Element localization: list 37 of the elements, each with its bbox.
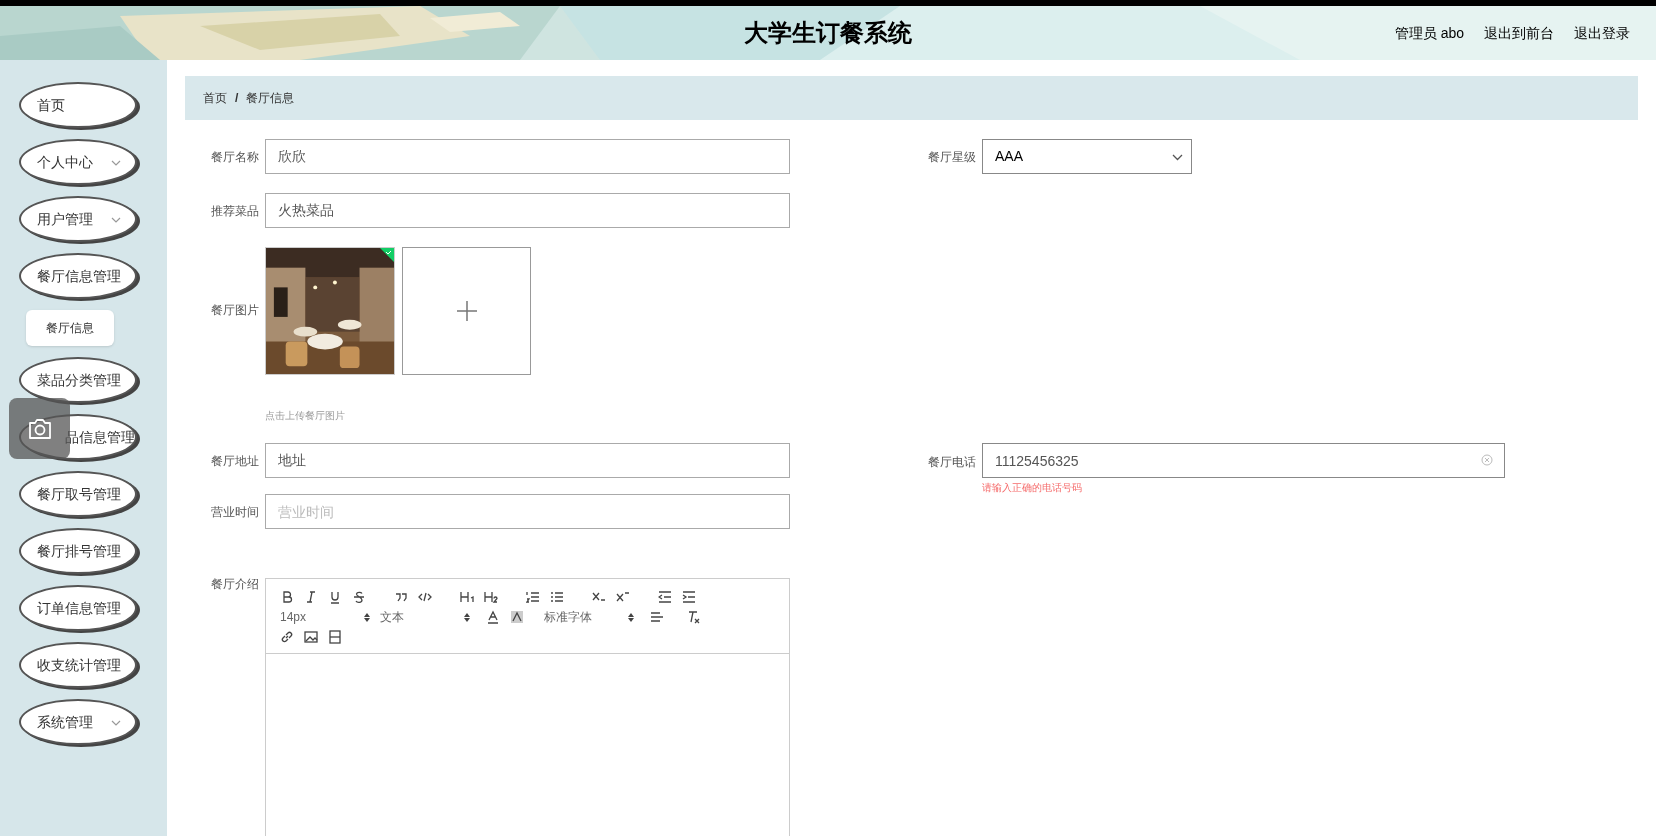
upload-hint: 点击上传餐厅图片 [265,409,345,423]
admin-label: 管理员 abo [1394,23,1464,43]
sidebar-item[interactable]: 餐厅排号管理 [19,528,137,574]
submenu-item[interactable]: 餐厅信息 [26,310,114,346]
field-label: 餐厅介绍 [210,576,260,593]
sidebar-item[interactable]: 菜品分类管理 [19,357,137,403]
field-label: 营业时间 [210,503,260,521]
field-label: 推荐菜品 [210,202,260,220]
app-title: 大学生订餐系统 [744,18,912,48]
sidebar-item[interactable]: 首页 [19,82,137,128]
sidebar-item[interactable]: 餐厅取号管理 [19,471,137,517]
sidebar-item[interactable]: 餐厅信息管理 [19,253,137,299]
picker-dropdown[interactable]: 14px [280,608,380,626]
field-label: 餐厅星级 [927,148,977,166]
breadcrumb-item: 餐厅信息 [246,90,295,107]
header-link[interactable]: 退出登录 [1574,22,1630,44]
input-field[interactable]: 地址 [265,443,790,478]
field-label: 餐厅名称 [210,148,260,166]
select-field[interactable]: AAA [982,139,1192,174]
picker-dropdown[interactable]: 文本 [380,608,480,626]
sidebar-item[interactable]: 订单信息管理 [19,585,137,631]
input-field[interactable]: 营业时间 [265,494,790,529]
input-field[interactable]: 火热菜品 [265,193,790,228]
sidebar-item[interactable]: 个人中心 [19,139,137,185]
field-label: 餐厅地址 [210,452,260,470]
error-message: 请输入正确的电话号码 [982,481,1083,495]
input-field[interactable]: 11125456325 [982,443,1505,478]
sidebar-item[interactable]: 用户管理 [19,196,137,242]
field-label: 餐厅图片 [210,302,260,319]
picker-dropdown[interactable]: 标准字体 [544,608,644,626]
sidebar-item[interactable]: 收支统计管理 [19,642,137,688]
input-field[interactable]: 欣欣 [265,139,790,174]
breadcrumb-separator: / [235,90,239,107]
field-label: 餐厅电话 [927,454,977,471]
header-link[interactable]: 退出到前台 [1484,22,1554,44]
breadcrumb-item[interactable]: 首页 [203,89,227,107]
sidebar-item[interactable]: 系统管理 [19,699,137,745]
